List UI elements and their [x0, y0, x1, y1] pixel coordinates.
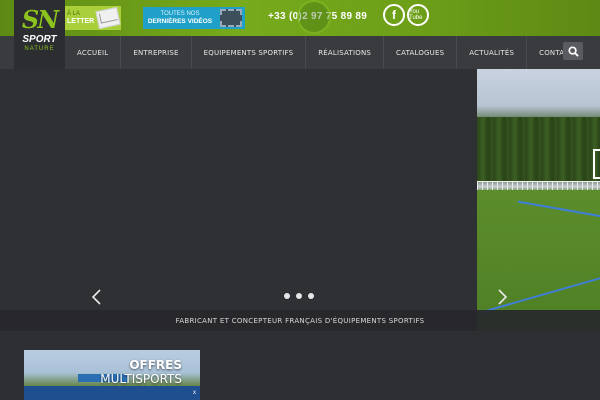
search-icon: [567, 45, 579, 57]
chevron-left-icon[interactable]: [90, 287, 104, 307]
newsletter-button[interactable]: À LA LETTER: [65, 6, 121, 30]
offer-title: OFFRES MULTISPORTS: [100, 358, 182, 386]
youtube-icon[interactable]: You Tube: [407, 4, 429, 26]
slider-dots: [284, 293, 314, 299]
logo-mark-text: SN: [21, 5, 59, 34]
top-bar: À LA LETTER TOUTES NOS DERNIÈRES VIDÉOS …: [0, 0, 600, 36]
videos-button[interactable]: TOUTES NOS DERNIÈRES VIDÉOS: [143, 7, 245, 29]
offer-card-multisports[interactable]: OFFRES MULTISPORTS x: [24, 350, 200, 400]
slider-dot[interactable]: [284, 293, 290, 299]
envelope-icon: [95, 6, 121, 30]
logo-sub: NATURE: [24, 46, 55, 52]
offer-badge: x: [193, 390, 196, 396]
newsletter-line1: À LA: [67, 11, 81, 17]
nav-item-actualites[interactable]: Actualités: [457, 36, 528, 69]
nav-item-equipements[interactable]: Equipements sportifs: [192, 36, 307, 69]
facebook-label: f: [392, 8, 396, 22]
main-nav: Accueil Entreprise Equipements sportifs …: [65, 36, 586, 69]
watermark-icon: [297, 0, 331, 34]
chevron-right-icon[interactable]: [495, 287, 509, 307]
offer-photo-court: [24, 386, 200, 400]
photo-sign: [593, 149, 600, 179]
nav-item-accueil[interactable]: Accueil: [65, 36, 122, 69]
logo-mark: SN: [21, 5, 59, 34]
film-icon: [220, 9, 242, 27]
photo-trees: [477, 117, 600, 182]
slider-dot[interactable]: [296, 293, 302, 299]
nav-item-catalogues[interactable]: Catalogues: [384, 36, 458, 69]
youtube-label: You Tube: [409, 9, 423, 21]
nav-item-entreprise[interactable]: Entreprise: [121, 36, 192, 69]
logo[interactable]: SN SPORT NATURE: [14, 0, 65, 69]
hero-slider: Fabricant et concepteur français d'équip…: [0, 69, 600, 331]
search-button[interactable]: [563, 42, 583, 60]
main-nav-bar: Accueil Entreprise Equipements sportifs …: [0, 36, 600, 69]
slider-dot[interactable]: [308, 293, 314, 299]
videos-line2: DERNIÈRES VIDÉOS: [147, 18, 213, 25]
nav-item-realisations[interactable]: Réalisations: [306, 36, 385, 69]
slider-caption: Fabricant et concepteur français d'équip…: [0, 310, 600, 331]
facebook-icon[interactable]: f: [383, 4, 405, 26]
offer-title-line2: MULTISPORTS: [100, 372, 182, 386]
newsletter-line2: LETTER: [67, 18, 95, 25]
offer-title-line1: OFFRES: [129, 358, 182, 372]
logo-word: SPORT: [22, 34, 57, 45]
videos-line1: TOUTES NOS: [160, 11, 200, 17]
page: À LA LETTER TOUTES NOS DERNIÈRES VIDÉOS …: [0, 0, 600, 400]
